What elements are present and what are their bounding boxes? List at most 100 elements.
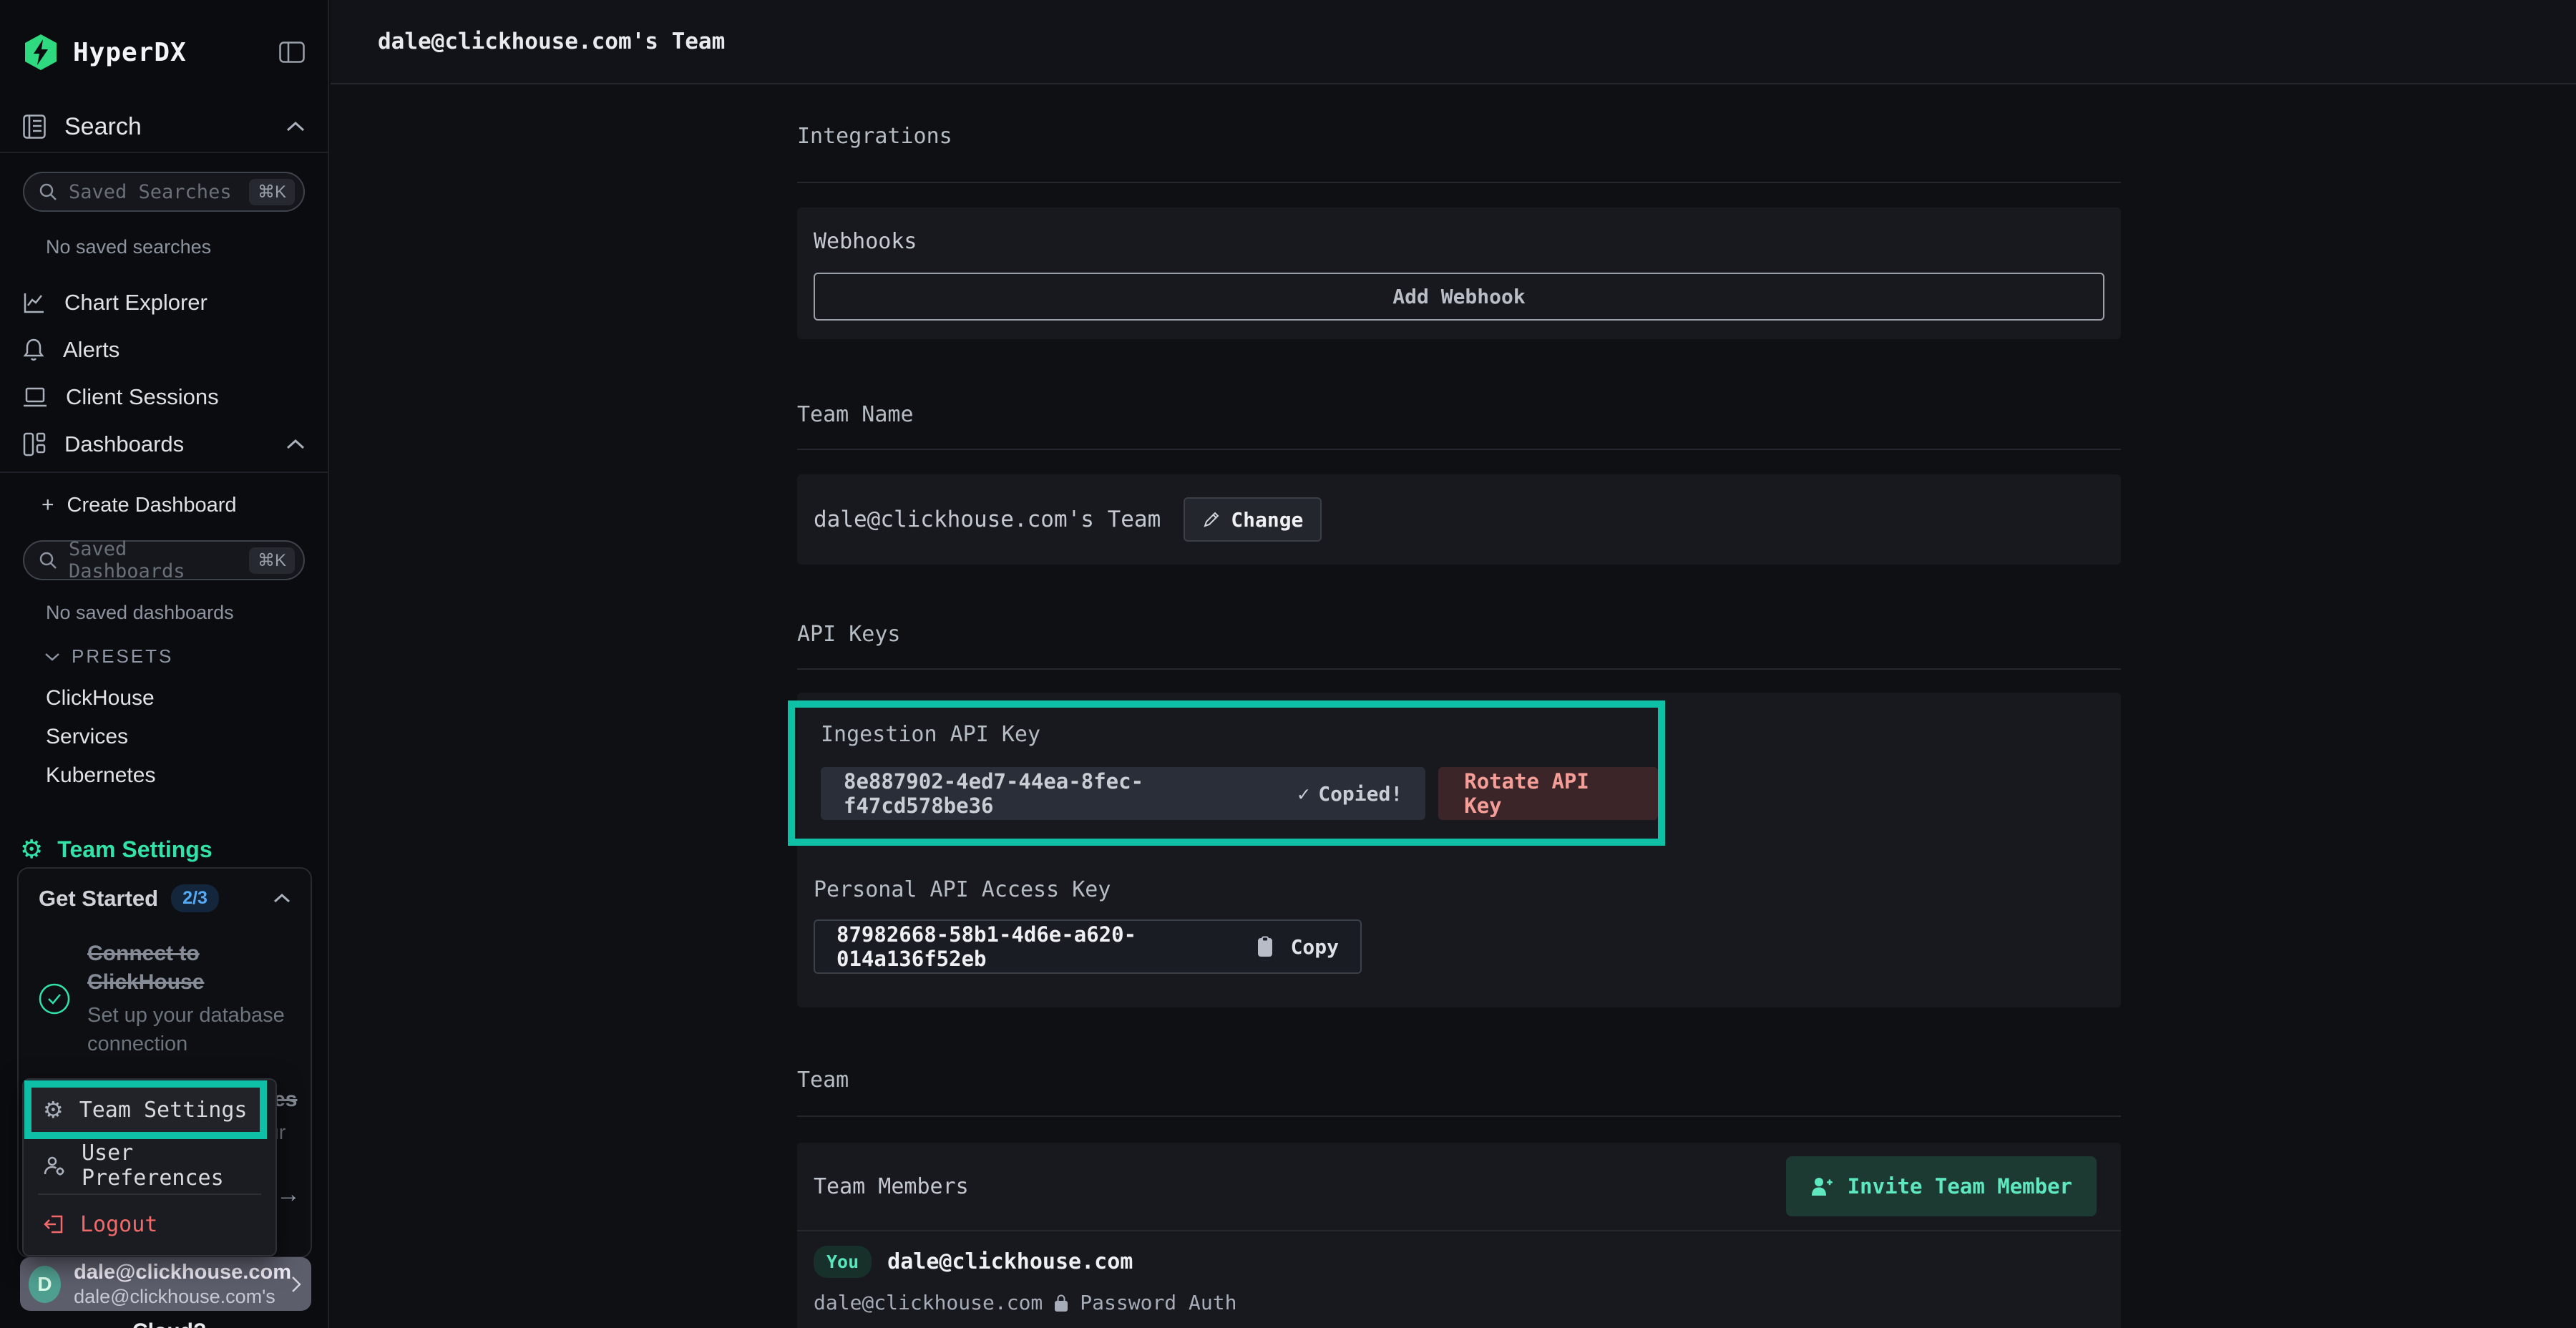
chevron-down-icon xyxy=(44,653,60,661)
gear-icon: ⚙ xyxy=(20,835,43,864)
copied-indicator: ✓ Copied! xyxy=(1297,782,1402,806)
no-saved-searches-text: No saved searches xyxy=(46,236,328,258)
checklist-item-title: Connect to ClickHouse xyxy=(87,939,288,997)
copy-button[interactable]: Copy xyxy=(1291,935,1339,959)
sidebar: HyperDX Search Sav xyxy=(0,0,329,1328)
dashboards-shortcut-badge: ⌘K xyxy=(249,547,295,574)
team-settings-label: Team Settings xyxy=(57,836,212,863)
sidebar-item-team-settings[interactable]: ⚙ Team Settings xyxy=(20,835,328,864)
team-card: Team Members Invite Team Member You dale… xyxy=(797,1143,2121,1328)
section-rule xyxy=(797,1115,2121,1117)
progress-badge: 2/3 xyxy=(171,884,219,912)
menu-item-label: User Preferences xyxy=(82,1141,275,1191)
section-title-team: Team xyxy=(797,1068,2121,1093)
create-dashboard-button[interactable]: + Create Dashboard xyxy=(42,493,328,517)
menu-item-user-preferences[interactable]: User Preferences xyxy=(24,1145,275,1186)
menu-item-label: Team Settings xyxy=(79,1098,248,1123)
section-rule xyxy=(797,182,2121,183)
sidebar-item-label: Chart Explorer xyxy=(64,290,208,316)
person-plus-icon xyxy=(1810,1176,1833,1196)
change-button-label: Change xyxy=(1231,508,1303,532)
search-section-icon xyxy=(23,114,46,139)
magnifier-icon xyxy=(39,551,57,570)
you-badge: You xyxy=(814,1246,872,1278)
sidebar-collapse-icon[interactable] xyxy=(279,42,305,63)
preset-item-kubernetes[interactable]: Kubernetes xyxy=(46,763,328,788)
clipped-cloud-text: Cloud? xyxy=(132,1319,290,1328)
user-team-name: dale@clickhouse.com's xyxy=(74,1287,291,1307)
sidebar-item-label: Dashboards xyxy=(64,431,184,457)
arrow-right-icon: → xyxy=(276,1181,301,1209)
add-webhook-button[interactable]: Add Webhook xyxy=(814,273,2104,321)
checklist-item-connect[interactable]: Connect to ClickHouse Set up your databa… xyxy=(39,939,291,1058)
rotate-api-key-button[interactable]: Rotate API Key xyxy=(1438,767,1658,820)
gear-icon: ⚙ xyxy=(43,1096,64,1123)
personal-api-key-chip[interactable]: 87982668-58b1-4d6e-a620-014a136f52eb Cop… xyxy=(814,919,1362,974)
saved-dashboards-input[interactable]: Saved Dashboards ⌘K xyxy=(23,540,305,580)
webhooks-label: Webhooks xyxy=(814,229,2104,254)
annotation-box-team-settings: ⚙ Team Settings xyxy=(24,1080,267,1139)
personal-api-key-value: 87982668-58b1-4d6e-a620-014a136f52eb xyxy=(836,922,1239,971)
api-keys-card: Ingestion API Key 8e887902-4ed7-44ea-8fe… xyxy=(797,693,2121,1007)
no-saved-dashboards-text: No saved dashboards xyxy=(46,602,328,624)
page-header: dale@clickhouse.com's Team xyxy=(331,0,2576,84)
chevron-right-icon xyxy=(291,1276,301,1293)
logout-icon xyxy=(43,1214,64,1235)
laptop-icon xyxy=(23,386,47,408)
search-section-label: Search xyxy=(64,113,142,141)
member-email: dale@clickhouse.com xyxy=(814,1291,1043,1314)
saved-searches-placeholder: Saved Searches xyxy=(69,181,232,203)
sidebar-item-label: Alerts xyxy=(63,337,119,363)
section-title-integrations: Integrations xyxy=(797,124,2121,149)
avatar: D xyxy=(29,1266,61,1303)
chevron-up-icon[interactable] xyxy=(286,122,305,132)
sidebar-item-alerts[interactable]: Alerts xyxy=(0,337,328,363)
team-name-value: dale@clickhouse.com's Team xyxy=(814,507,1161,532)
check-icon: ✓ xyxy=(1297,782,1309,806)
section-title-api-keys: API Keys xyxy=(797,622,2121,647)
team-members-header: Team Members Invite Team Member xyxy=(797,1143,2121,1231)
webhooks-card: Webhooks Add Webhook xyxy=(797,208,2121,339)
create-dashboard-label: Create Dashboard xyxy=(67,494,237,517)
preset-item-services[interactable]: Services xyxy=(46,725,328,749)
menu-item-logout[interactable]: Logout xyxy=(24,1204,275,1245)
clipboard-icon xyxy=(1257,936,1274,957)
sidebar-section-search[interactable]: Search xyxy=(0,113,328,140)
app-window: HyperDX Search Sav xyxy=(0,0,2576,1328)
get-started-header[interactable]: Get Started 2/3 xyxy=(39,884,291,912)
sidebar-divider xyxy=(0,472,328,473)
sidebar-item-chart-explorer[interactable]: Chart Explorer xyxy=(0,290,328,316)
chevron-up-icon[interactable] xyxy=(286,439,305,449)
chevron-up-icon[interactable] xyxy=(273,894,291,903)
personal-api-key-label: Personal API Access Key xyxy=(814,877,2104,902)
presets-label: PRESETS xyxy=(72,645,173,668)
section-rule xyxy=(797,668,2121,670)
invite-team-member-button[interactable]: Invite Team Member xyxy=(1786,1156,2097,1216)
sidebar-item-dashboards[interactable]: Dashboards xyxy=(0,431,328,457)
preset-item-clickhouse[interactable]: ClickHouse xyxy=(46,686,328,711)
user-account-chip[interactable]: D dale@clickhouse.com dale@clickhouse.co… xyxy=(20,1257,311,1311)
check-circle-icon xyxy=(39,983,70,1015)
ingestion-api-key-chip[interactable]: 8e887902-4ed7-44ea-8fec-f47cd578be36 ✓ C… xyxy=(821,767,1425,820)
brand-title: HyperDX xyxy=(73,38,187,67)
annotation-box-ingestion-key: Ingestion API Key 8e887902-4ed7-44ea-8fe… xyxy=(788,700,1665,846)
lock-icon xyxy=(1054,1294,1068,1312)
plus-icon: + xyxy=(42,493,54,517)
logo-row: HyperDX xyxy=(0,0,328,70)
pencil-icon xyxy=(1202,510,1221,529)
bell-icon xyxy=(23,338,44,362)
saved-searches-input[interactable]: Saved Searches ⌘K xyxy=(23,172,305,212)
menu-item-team-settings[interactable]: ⚙ Team Settings xyxy=(31,1088,260,1132)
account-popup-menu: ⚙ Team Settings User Preferences xyxy=(22,1078,277,1256)
hyperdx-logo-icon xyxy=(23,34,59,71)
invite-button-label: Invite Team Member xyxy=(1848,1174,2072,1198)
sidebar-item-client-sessions[interactable]: Client Sessions xyxy=(0,384,328,410)
user-email: dale@clickhouse.com xyxy=(74,1262,291,1283)
sidebar-divider xyxy=(0,152,328,153)
ingestion-api-key-value: 8e887902-4ed7-44ea-8fec-f47cd578be36 xyxy=(844,769,1270,818)
team-member-row: You dale@clickhouse.com dale@clickhouse.… xyxy=(797,1231,2121,1314)
presets-toggle[interactable]: PRESETS xyxy=(44,645,328,668)
change-team-name-button[interactable]: Change xyxy=(1184,497,1322,542)
main-area: dale@clickhouse.com's Team Integrations … xyxy=(331,0,2576,1328)
settings-content: Integrations Webhooks Add Webhook Team N… xyxy=(797,124,2121,1328)
